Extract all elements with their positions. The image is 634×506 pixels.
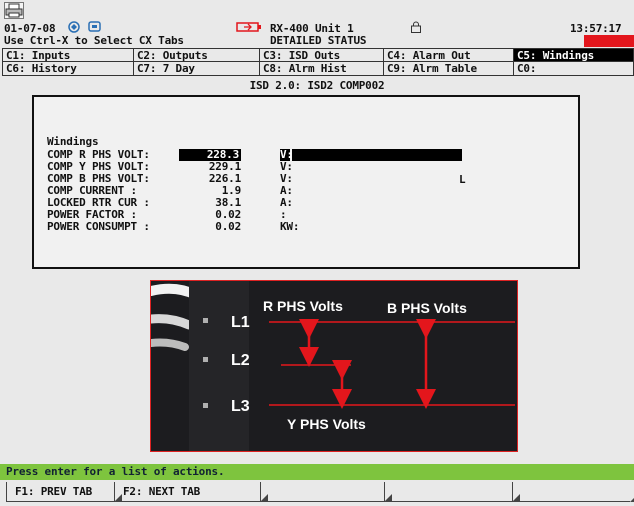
f1-prev-tab-button[interactable]: F1: PREV TAB: [6, 482, 122, 502]
f4-button[interactable]: [384, 482, 520, 502]
tab-history[interactable]: C6: History: [2, 62, 134, 76]
battery-icon: [236, 22, 261, 32]
tab-alarm-out[interactable]: C4: Alarm Out: [384, 48, 514, 62]
stray-character: L: [459, 173, 466, 186]
f5-button[interactable]: [512, 482, 634, 502]
function-key-bar: F1: PREV TAB F2: NEXT TAB: [0, 482, 634, 506]
b-phase-label: B PHS Volts: [387, 300, 467, 316]
action-prompt: Press enter for a list of actions.: [0, 464, 634, 480]
f3-button[interactable]: [260, 482, 392, 502]
tab-7-day[interactable]: C7: 7 Day: [134, 62, 260, 76]
ctrl-x-hint: Use Ctrl-X to Select CX Tabs: [4, 34, 184, 47]
lock-icon: [411, 21, 421, 33]
l3-label: L3: [231, 398, 250, 415]
tab-windings[interactable]: C5: Windings: [514, 48, 634, 62]
network-icon: [88, 21, 101, 32]
f2-next-tab-button[interactable]: F2: NEXT TAB: [114, 482, 268, 502]
reading-label: POWER CONSUMPT :: [47, 220, 150, 233]
isd-device-title: ISD 2.0: ISD2 COMP002: [249, 79, 385, 92]
tab-inputs[interactable]: C1: Inputs: [2, 48, 134, 62]
printer-icon[interactable]: [4, 2, 24, 19]
current-time: 13:57:17: [570, 22, 622, 35]
windings-heading: Windings: [47, 135, 99, 148]
alarm-indicator: [584, 35, 634, 47]
tab-outputs[interactable]: C2: Outputs: [134, 48, 260, 62]
tab-alarm-table[interactable]: C9: Alrm Table: [384, 62, 514, 76]
tab-alarm-history[interactable]: C8: Alrm Hist: [260, 62, 384, 76]
l1-label: L1: [231, 314, 250, 331]
tab-c0[interactable]: C0:: [514, 62, 634, 76]
reading-value: 0.02: [215, 220, 241, 233]
tab-isd-outs[interactable]: C3: ISD Outs: [260, 48, 384, 62]
l2-label: L2: [231, 352, 250, 369]
y-phase-label: Y PHS Volts: [287, 416, 366, 432]
cx-tab-bar: C1: Inputs C2: Outputs C3: ISD Outs C4: …: [2, 48, 634, 78]
reading-row[interactable]: POWER CONSUMPT : 0.02 KW:: [47, 221, 447, 233]
selection-cursor: [292, 149, 462, 161]
screen-title: DETAILED STATUS: [270, 34, 367, 47]
reading-unit: KW:: [280, 220, 300, 233]
phase-wiring-diagram: L1 L2 L3 R PHS Volts B PHS Volts Y PHS V…: [150, 280, 518, 452]
compressor-icon: [68, 21, 80, 33]
r-phase-label: R PHS Volts: [263, 298, 343, 314]
